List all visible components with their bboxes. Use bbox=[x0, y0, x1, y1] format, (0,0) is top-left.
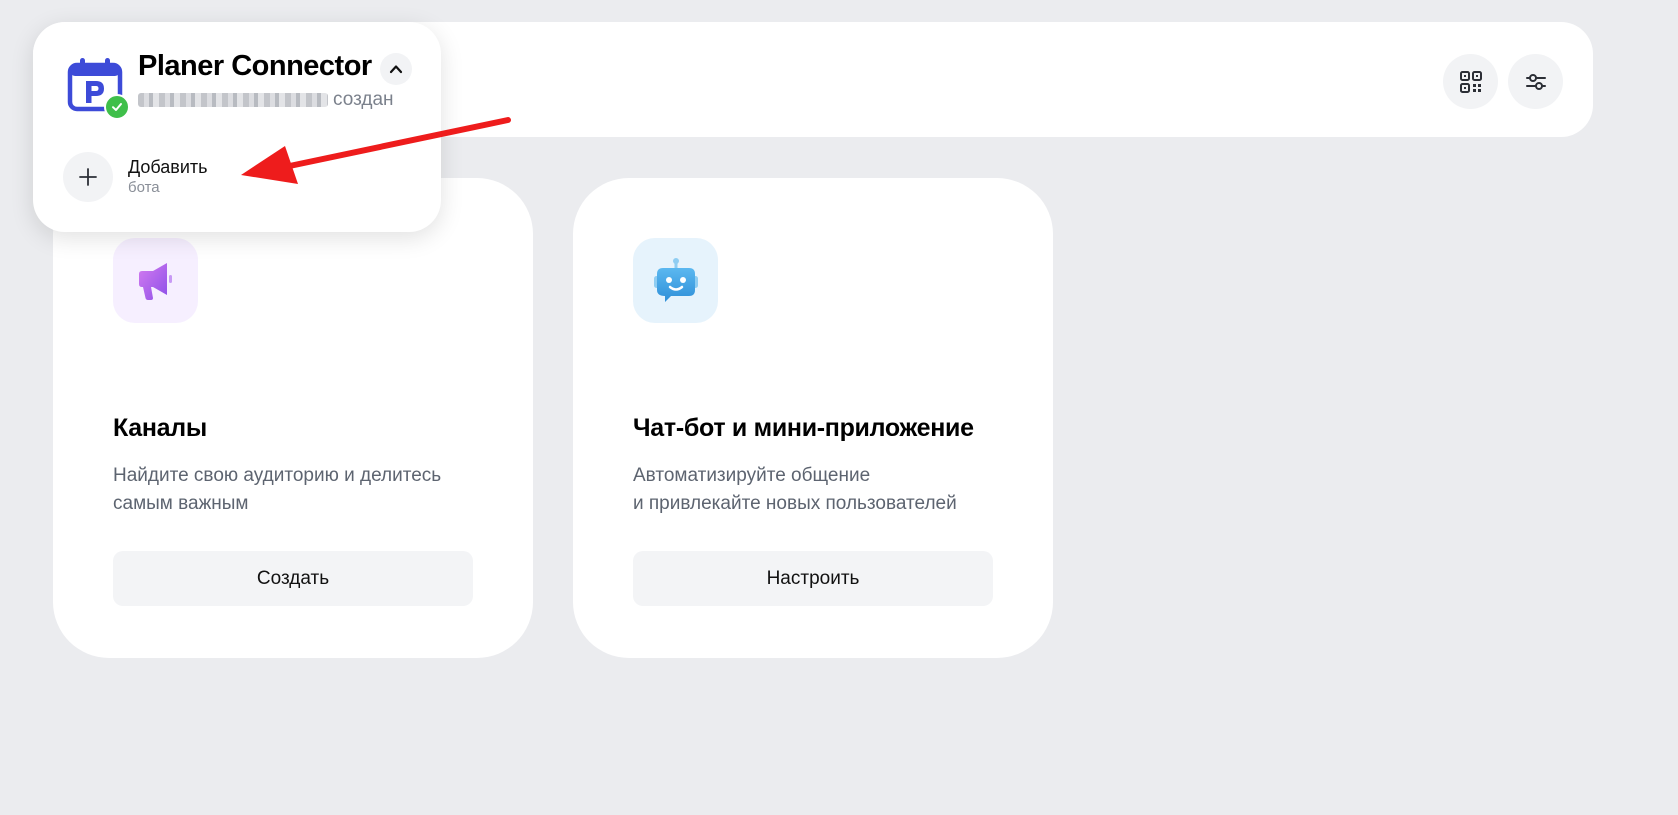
plus-icon bbox=[79, 168, 97, 186]
check-icon bbox=[112, 103, 122, 111]
bot-meta: создан bbox=[138, 88, 394, 112]
channels-icon-tile bbox=[113, 238, 198, 323]
blurred-bot-username bbox=[138, 93, 328, 107]
channels-title: Каналы bbox=[113, 414, 207, 442]
add-bot-button[interactable]: Добавить бота bbox=[63, 152, 208, 202]
create-channel-button[interactable]: Создать bbox=[113, 551, 473, 606]
robot-icon bbox=[653, 257, 698, 302]
add-bot-sublabel: бота bbox=[128, 179, 160, 196]
bot-selector-dropdown: Planer Connector создан Добавить бота bbox=[33, 22, 441, 232]
add-bot-icon-circle bbox=[63, 152, 113, 202]
chevron-up-icon bbox=[389, 65, 403, 74]
chatbot-icon-tile bbox=[633, 238, 718, 323]
add-bot-label: Добавить bbox=[128, 157, 208, 177]
qr-code-button[interactable] bbox=[1443, 54, 1498, 109]
channels-description: Найдите свою аудиторию и делитесь самым … bbox=[113, 465, 442, 514]
megaphone-icon bbox=[138, 262, 172, 300]
add-bot-text: Добавить бота bbox=[128, 156, 208, 198]
chatbot-title: Чат-бот и мини-приложение bbox=[633, 414, 974, 442]
chatbot-description: Автоматизируйте общение и привлекайте но… bbox=[633, 465, 957, 514]
chatbot-card: Чат-бот и мини-приложение Автоматизируйт… bbox=[573, 178, 1053, 658]
sliders-icon bbox=[1525, 73, 1546, 90]
bot-status: создан bbox=[333, 89, 394, 110]
collapse-button[interactable] bbox=[380, 53, 412, 85]
configure-chatbot-button[interactable]: Настроить bbox=[633, 551, 993, 606]
settings-button[interactable] bbox=[1508, 54, 1563, 109]
qr-code-icon bbox=[1459, 70, 1482, 93]
channels-card: Каналы Найдите свою аудиторию и делитесь… bbox=[53, 178, 533, 658]
bot-name: Planer Connector bbox=[138, 50, 372, 82]
verified-badge bbox=[104, 94, 130, 120]
